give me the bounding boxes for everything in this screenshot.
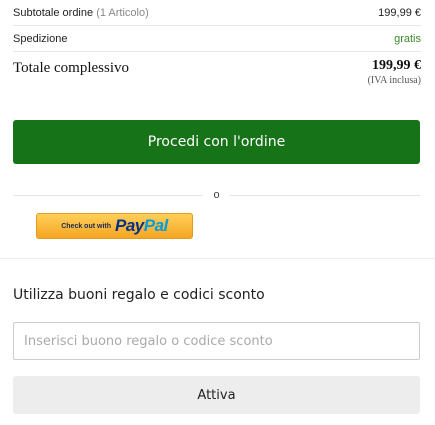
subtotal-label: Subtotale ordine — [13, 6, 94, 19]
paypal-logo: PayPal — [115, 216, 168, 236]
shipping-value: gratis — [394, 32, 421, 45]
activate-code-button[interactable]: Attiva — [13, 376, 420, 414]
vat-note: (IVA inclusa) — [367, 75, 421, 86]
grand-total-row: Totale complessivo 199,99 € (IVA inclusa… — [13, 52, 421, 92]
shipping-row: Spedizione gratis — [13, 26, 421, 52]
paypal-checkout-button[interactable]: Check out with PayPal — [36, 213, 193, 239]
or-separator: o — [13, 185, 420, 205]
separator-line-right — [229, 194, 420, 196]
subtotal-label-group: Subtotale ordine (1 Articolo) — [13, 7, 149, 19]
paypal-logo-pay: Pay — [115, 216, 144, 235]
grand-total-amount-block: 199,99 € (IVA inclusa) — [368, 58, 421, 86]
grand-total-label: Totale complessivo — [13, 60, 130, 76]
subtotal-row: Subtotale ordine (1 Articolo) 199,99 € — [13, 0, 421, 26]
grand-total-value: 199,99 € — [372, 58, 421, 73]
separator-line-left — [13, 194, 204, 196]
subtotal-item-count: (1 Articolo) — [96, 6, 149, 19]
shipping-label: Spedizione — [13, 32, 68, 45]
paypal-logo-pal: Pal — [143, 216, 169, 235]
or-text: o — [213, 189, 220, 201]
gift-section-heading: Utilizza buoni regalo e codici sconto — [13, 287, 265, 303]
gift-code-input[interactable] — [13, 322, 420, 360]
proceed-to-order-button[interactable]: Procedi con l'ordine — [13, 120, 420, 164]
subtotal-value: 199,99 € — [378, 6, 421, 19]
order-summary: Subtotale ordine (1 Articolo) 199,99 € S… — [13, 0, 421, 92]
section-divider — [0, 258, 435, 259]
paypal-prefix-text: Check out with — [61, 222, 111, 230]
